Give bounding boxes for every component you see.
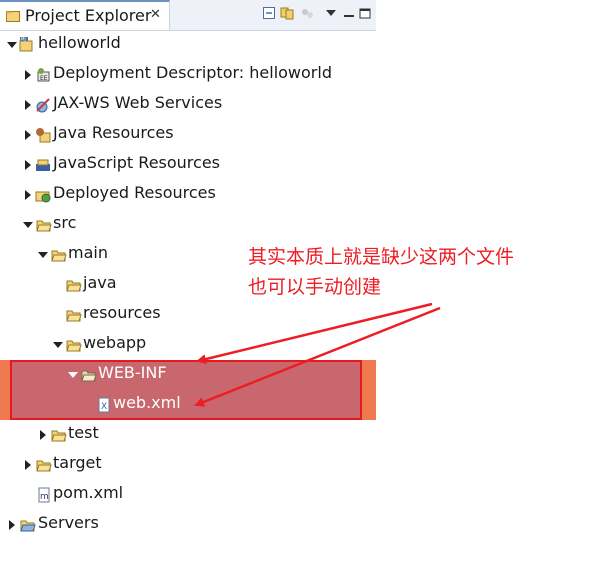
arrow-to-web-xml	[194, 306, 441, 407]
arrow-to-web-inf	[196, 302, 433, 364]
annotation-arrows	[194, 302, 441, 407]
